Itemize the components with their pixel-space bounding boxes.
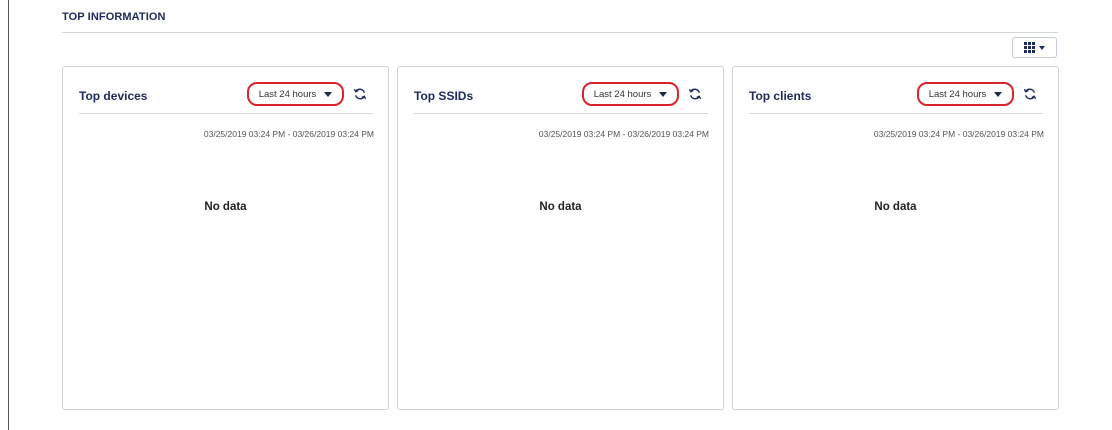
time-range-value: Last 24 hours	[258, 88, 317, 100]
panel-title: Top clients	[749, 89, 812, 103]
panel-divider	[79, 113, 373, 114]
no-data-message: No data	[204, 201, 247, 213]
refresh-icon[interactable]	[1023, 87, 1037, 101]
grid-icon	[1024, 42, 1035, 53]
panel-divider	[749, 113, 1043, 114]
panel-top-devices: Top devices Last 24 hours 03/25/2019 03:…	[62, 66, 389, 410]
time-range-select[interactable]: Last 24 hours	[917, 82, 1014, 106]
section-title: TOP INFORMATION	[62, 11, 166, 23]
time-range-select[interactable]: Last 24 hours	[247, 82, 344, 106]
date-range-text: 03/25/2019 03:24 PM - 03/26/2019 03:24 P…	[873, 129, 1044, 139]
date-range-text: 03/25/2019 03:24 PM - 03/26/2019 03:24 P…	[538, 129, 709, 139]
refresh-icon[interactable]	[688, 87, 702, 101]
time-range-value: Last 24 hours	[928, 88, 987, 100]
caret-down-icon	[994, 91, 1003, 97]
panel-title: Top SSIDs	[414, 89, 474, 103]
panel-top-clients: Top clients Last 24 hours 03/25/2019 03:…	[732, 66, 1059, 410]
panel-top-ssids: Top SSIDs Last 24 hours 03/25/2019 03:24…	[397, 66, 724, 410]
time-range-value: Last 24 hours	[593, 88, 652, 100]
chevron-down-icon	[1039, 45, 1045, 50]
panel-title: Top devices	[79, 89, 148, 103]
section-divider	[62, 32, 1058, 33]
date-range-text: 03/25/2019 03:24 PM - 03/26/2019 03:24 P…	[203, 129, 374, 139]
no-data-message: No data	[539, 201, 582, 213]
caret-down-icon	[324, 91, 333, 97]
caret-down-icon	[659, 91, 668, 97]
window-left-border	[8, 0, 9, 430]
no-data-message: No data	[874, 201, 917, 213]
panel-divider	[414, 113, 708, 114]
column-layout-button[interactable]	[1012, 37, 1057, 58]
refresh-icon[interactable]	[353, 87, 367, 101]
time-range-select[interactable]: Last 24 hours	[582, 82, 679, 106]
